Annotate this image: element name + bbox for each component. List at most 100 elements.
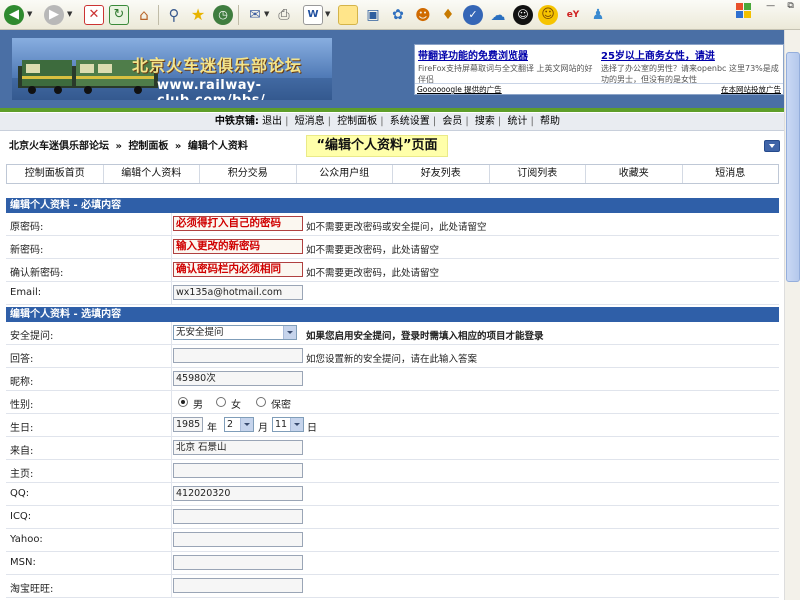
tab-public-groups[interactable]: 公众用户组 — [297, 165, 393, 183]
bag-icon[interactable]: ♦ — [438, 5, 458, 25]
print-icon[interactable]: ⎙ — [274, 5, 294, 25]
restore-icon[interactable]: ⧉ — [787, 1, 793, 13]
gender-secret-label: 保密 — [271, 400, 291, 411]
security-question-select[interactable]: 无安全提问 — [173, 325, 297, 340]
ad-title[interactable]: 带翻译功能的免费浏览器 — [418, 47, 598, 62]
nav-system-settings[interactable]: 系统设置 — [390, 116, 430, 127]
ad-item[interactable]: 带翻译功能的免费浏览器 FireFox支持屏幕取词与全文翻译 上英文网站的好伴侣 — [418, 47, 598, 85]
yahoo-input[interactable] — [173, 532, 303, 547]
gender-female-radio[interactable] — [216, 397, 226, 407]
blog-icon[interactable]: ☁ — [488, 5, 508, 25]
breadcrumb-item[interactable]: 北京火车迷俱乐部论坛 — [9, 141, 109, 152]
smiley-icon[interactable]: ☺ — [538, 5, 558, 25]
chevron-down-icon[interactable] — [283, 326, 296, 339]
forward-icon[interactable]: ▶ — [44, 5, 64, 25]
email-field[interactable]: wx135a@hotmail.com — [173, 285, 303, 300]
nav-separator: | — [327, 116, 331, 127]
collapse-icon[interactable] — [764, 140, 780, 152]
gender-secret-radio[interactable] — [256, 397, 266, 407]
security-question-value: 无安全提问 — [176, 327, 224, 338]
breadcrumb: 北京火车迷俱乐部论坛 » 控制面板 » 编辑个人资料 — [9, 140, 248, 154]
taobao-input[interactable] — [173, 578, 303, 593]
tab-edit-profile[interactable]: 编辑个人资料 — [104, 165, 200, 183]
note-icon[interactable] — [338, 5, 358, 25]
tab-favorites[interactable]: 收藏夹 — [586, 165, 683, 183]
nav-stats[interactable]: 统计 — [507, 116, 527, 127]
gender-male-radio[interactable] — [178, 397, 188, 407]
history-icon[interactable]: ◷ — [213, 5, 233, 25]
search-icon[interactable]: ⚲ — [164, 5, 184, 25]
info-icon[interactable]: ✓ — [463, 5, 483, 25]
birth-month-select[interactable]: 2 — [224, 417, 254, 432]
window-controls: — ⧉ — [760, 1, 800, 13]
nav-control-panel[interactable]: 控制面板 — [337, 116, 377, 127]
ad-title[interactable]: 25岁以上商务女性，请进 — [601, 47, 781, 62]
forward-dropdown-icon[interactable]: ▼ — [67, 10, 72, 18]
scrollbar-thumb[interactable] — [786, 52, 800, 282]
tab-control-panel-home[interactable]: 控制面板首页 — [7, 165, 104, 183]
back-icon[interactable]: ◀ — [4, 5, 24, 25]
refresh-icon[interactable]: ↻ — [109, 5, 129, 25]
tab-points-trade[interactable]: 积分交易 — [200, 165, 297, 183]
tab-subscriptions[interactable]: 订阅列表 — [490, 165, 586, 183]
ad-item[interactable]: 25岁以上商务女性，请进 选择了办公室的男性？请来openbc 这里73%是成功… — [601, 47, 781, 85]
ebay-icon[interactable]: eY — [563, 5, 583, 25]
toolbar-separator — [158, 5, 159, 25]
minimize-icon[interactable]: — — [766, 1, 775, 13]
mail-icon[interactable]: ✉ — [245, 5, 265, 25]
form-row: 新密码: 输入更改的新密码 如不需要更改密码，此处请留空 — [6, 236, 779, 259]
page-scrollbar[interactable] — [784, 30, 800, 600]
back-dropdown-icon[interactable]: ▼ — [27, 10, 32, 18]
qq-input[interactable]: 412020320 — [173, 486, 303, 501]
nav-search[interactable]: 搜索 — [475, 116, 495, 127]
google-ad-box: 带翻译功能的免费浏览器 FireFox支持屏幕取词与全文翻译 上英文网站的好伴侣… — [414, 44, 784, 95]
icq-input[interactable] — [173, 509, 303, 524]
control-panel-tabs: 控制面板首页 编辑个人资料 积分交易 公众用户组 好友列表 订阅列表 收藏夹 短… — [6, 164, 779, 184]
msn-label: MSN: — [10, 557, 36, 568]
form-row: 淘宝旺旺: — [6, 575, 779, 598]
birth-year-input[interactable]: 1985 — [173, 417, 203, 432]
confirm-password-input[interactable]: 确认密码栏内必须相同 — [173, 262, 303, 277]
nickname-input[interactable]: 45980次 — [173, 371, 303, 386]
messenger-icon[interactable]: ▣ — [363, 5, 383, 25]
discuss-icon[interactable]: ✿ — [388, 5, 408, 25]
mail-dropdown-icon[interactable]: ▼ — [264, 10, 269, 18]
from-input[interactable]: 北京 石景山 — [173, 440, 303, 455]
row-divider — [171, 282, 172, 304]
page-title: “编辑个人资料”页面 — [306, 135, 448, 157]
qq-icon[interactable]: ☺ — [513, 5, 533, 25]
msn-input[interactable] — [173, 555, 303, 570]
nav-logout[interactable]: 退出 — [262, 116, 282, 127]
breadcrumb-item[interactable]: 控制面板 — [128, 141, 168, 152]
nav-help[interactable]: 帮助 — [540, 116, 560, 127]
nav-separator: | — [465, 116, 469, 127]
site-banner[interactable]: 北京火车迷俱乐部论坛 www.railway-club.com/bbs/ — [12, 38, 332, 100]
edit-dropdown-icon[interactable]: ▼ — [325, 10, 330, 18]
ad-footer: Goooooogle 提供的广告 在本网站投放广告 — [415, 83, 783, 94]
emoticon-icon[interactable]: ☻ — [413, 5, 433, 25]
security-question-note: 如果您启用安全提问，登录时需填入相应的项目才能登录 — [306, 331, 544, 342]
edit-icon[interactable]: W — [303, 5, 323, 25]
tab-short-messages[interactable]: 短消息 — [683, 165, 779, 183]
from-label: 来自: — [10, 446, 34, 457]
new-password-input[interactable]: 输入更改的新密码 — [173, 239, 303, 254]
site-title: 北京火车迷俱乐部论坛 — [132, 56, 303, 75]
favorites-icon[interactable]: ★ — [188, 5, 208, 25]
answer-input[interactable] — [173, 348, 303, 363]
nav-messages[interactable]: 短消息 — [295, 116, 325, 127]
advertise-link[interactable]: 在本网站投放广告 — [721, 84, 781, 95]
ad-provider-link[interactable]: Goooooogle 提供的广告 — [417, 84, 502, 95]
stop-icon[interactable]: ✕ — [84, 5, 104, 25]
tab-friends[interactable]: 好友列表 — [393, 165, 490, 183]
chevron-down-icon[interactable] — [240, 418, 253, 431]
birth-day-select[interactable]: 11 — [272, 417, 304, 432]
chevron-down-icon[interactable] — [290, 418, 303, 431]
row-divider — [171, 368, 172, 390]
home-icon[interactable]: ⌂ — [134, 5, 154, 25]
old-password-input[interactable]: 必须得打入自己的密码 — [173, 216, 303, 231]
nav-separator: | — [380, 116, 384, 127]
icq-label: ICQ: — [10, 511, 32, 522]
msn-icon[interactable]: ♟ — [588, 5, 608, 25]
homepage-input[interactable] — [173, 463, 303, 478]
nav-members[interactable]: 会员 — [442, 116, 462, 127]
